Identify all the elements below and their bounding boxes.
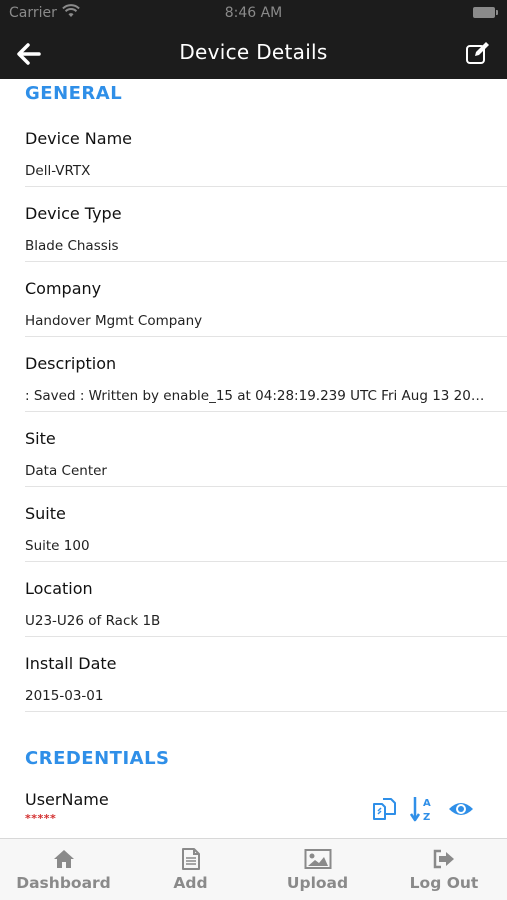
edit-icon xyxy=(466,42,489,64)
field-value: U23-U26 of Rack 1B xyxy=(25,613,161,629)
field-install-date: Install Date 2015-03-01 xyxy=(25,637,507,712)
battery-icon xyxy=(473,7,498,18)
field-description: Description : Saved : Written by enable_… xyxy=(25,337,507,412)
username-masked-value: ***** xyxy=(25,812,57,825)
field-value: Handover Mgmt Company xyxy=(25,313,203,329)
copy-button[interactable] xyxy=(372,796,398,822)
status-time: 8:46 AM xyxy=(224,5,283,21)
field-device-name: Device Name Dell-VRTX xyxy=(25,112,507,187)
credentials-section-header: CREDENTIALS xyxy=(25,748,170,769)
tab-bar: Dashboard Add Upload Log Out xyxy=(0,838,507,900)
tab-add[interactable]: Add xyxy=(127,839,254,900)
field-value: Blade Chassis xyxy=(25,238,119,254)
tab-label: Add xyxy=(173,874,208,892)
username-label: UserName xyxy=(25,790,109,809)
tab-upload[interactable]: Upload xyxy=(254,839,381,900)
svg-text:Z: Z xyxy=(423,812,430,823)
field-label: Site xyxy=(25,429,56,448)
field-value: Dell-VRTX xyxy=(25,163,91,179)
tab-dashboard[interactable]: Dashboard xyxy=(0,839,127,900)
field-location: Location U23-U26 of Rack 1B xyxy=(25,562,507,637)
general-section-header: GENERAL xyxy=(25,83,123,104)
field-value: Suite 100 xyxy=(25,538,90,554)
field-device-type: Device Type Blade Chassis xyxy=(25,187,507,262)
sort-alpha-icon: A Z xyxy=(410,797,431,823)
back-button[interactable] xyxy=(14,39,44,69)
status-bar: Carrier 8:46 AM xyxy=(0,0,507,28)
field-suite: Suite Suite 100 xyxy=(25,487,507,562)
tab-label: Log Out xyxy=(409,874,479,892)
device-details-content[interactable]: GENERAL Device Name Dell-VRTX Device Typ… xyxy=(0,79,507,838)
document-icon xyxy=(127,847,254,871)
field-label: Company xyxy=(25,279,102,298)
field-label: Location xyxy=(25,579,93,598)
field-label: Device Type xyxy=(25,204,122,223)
page-title: Device Details xyxy=(179,40,328,64)
credential-username-row: UserName ***** A Z xyxy=(25,790,507,830)
edit-button[interactable] xyxy=(463,38,493,68)
eye-icon xyxy=(449,803,473,815)
svg-text:A: A xyxy=(423,798,431,809)
field-label: Device Name xyxy=(25,129,133,148)
field-company: Company Handover Mgmt Company xyxy=(25,262,507,337)
field-label: Description xyxy=(25,354,117,373)
field-value: Data Center xyxy=(25,463,107,479)
sort-button[interactable]: A Z xyxy=(410,796,436,823)
field-site: Site Data Center xyxy=(25,412,507,487)
field-value: 2015-03-01 xyxy=(25,688,104,704)
nav-bar: Device Details xyxy=(0,28,507,79)
home-icon xyxy=(0,847,127,871)
field-value: : Saved : Written by enable_15 at 04:28:… xyxy=(25,388,485,404)
reveal-password-button[interactable] xyxy=(448,796,474,822)
image-icon xyxy=(254,847,381,871)
tab-logout[interactable]: Log Out xyxy=(381,839,507,900)
tab-label: Dashboard xyxy=(16,874,111,892)
field-label: Install Date xyxy=(25,654,117,673)
logout-icon xyxy=(381,847,507,871)
credential-actions: A Z xyxy=(372,796,474,823)
copy-icon xyxy=(373,798,396,820)
arrow-left-icon xyxy=(17,43,41,65)
tab-label: Upload xyxy=(286,874,349,892)
field-label: Suite xyxy=(25,504,66,523)
